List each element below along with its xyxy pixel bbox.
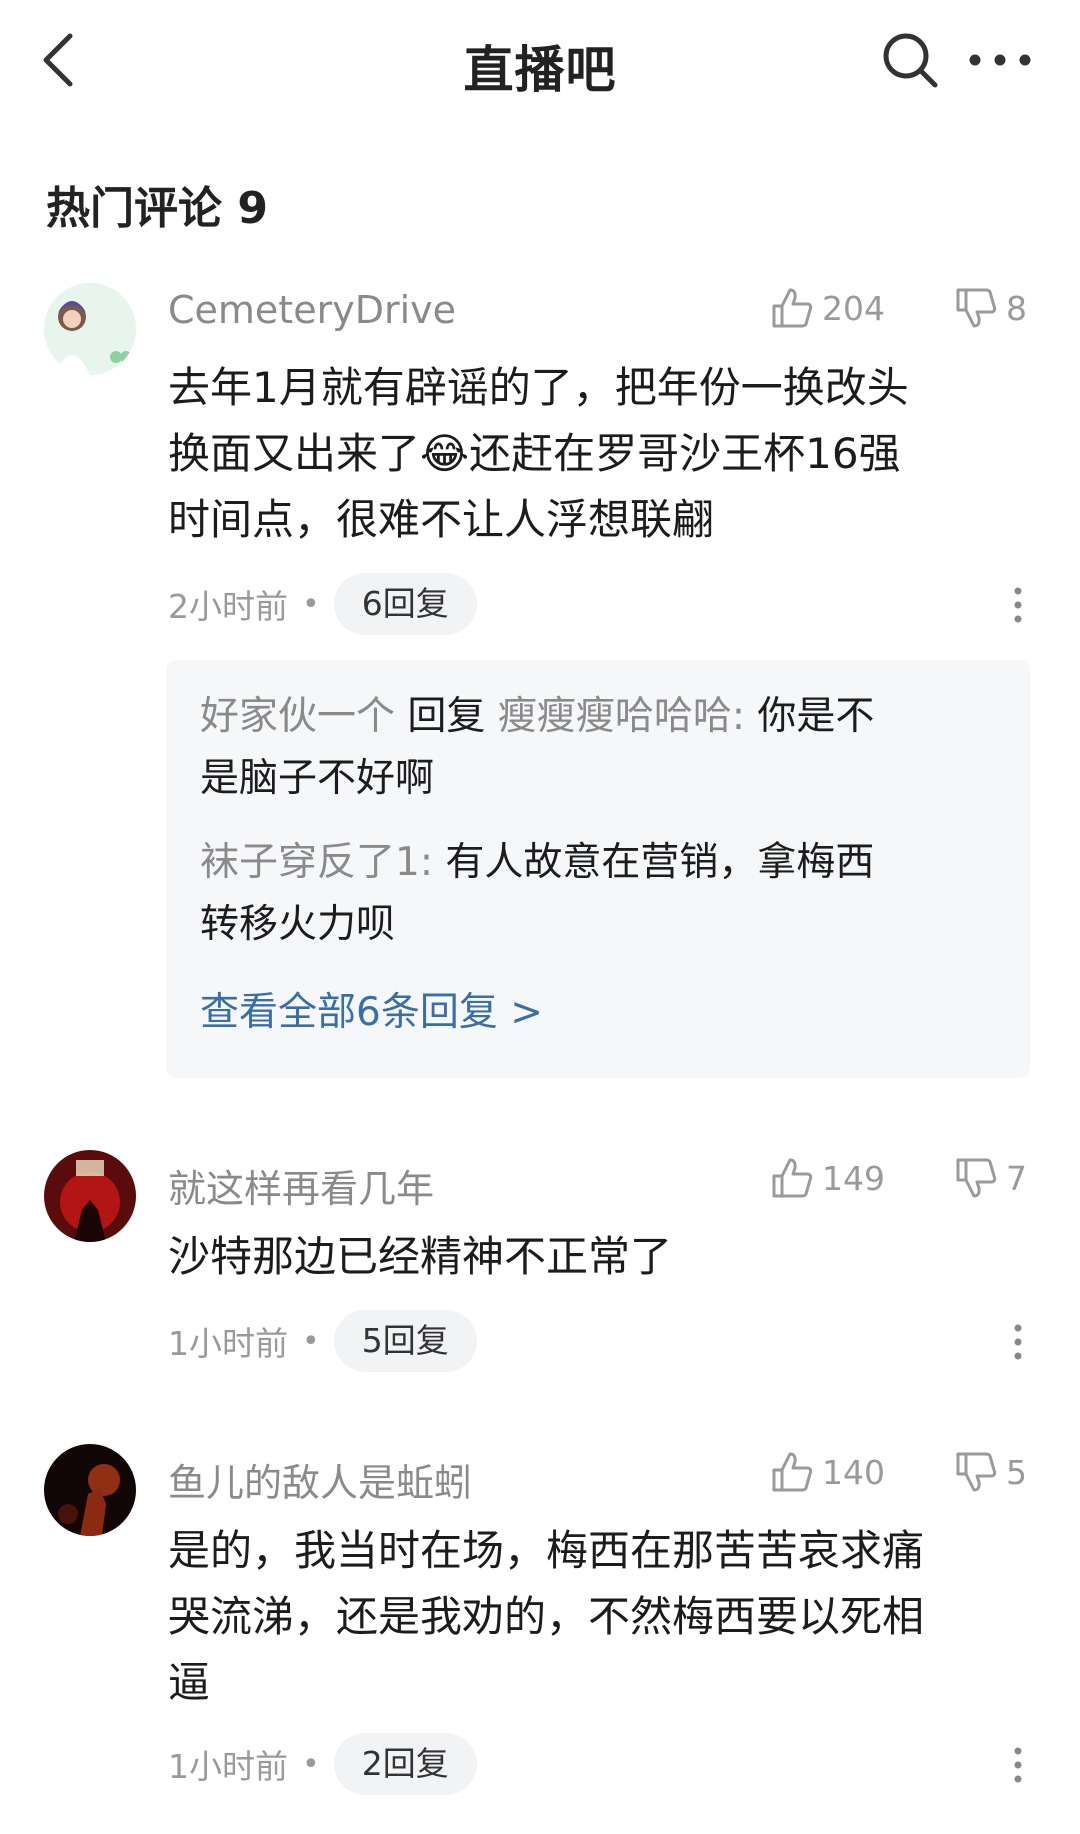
separator-dot: •: [302, 1323, 320, 1359]
timestamp: 1小时前: [168, 1324, 288, 1363]
like-button[interactable]: 140: [770, 1447, 885, 1497]
search-icon[interactable]: [880, 30, 940, 90]
more-menu-icon[interactable]: [965, 38, 1035, 82]
thumbs-down-icon: [956, 1452, 997, 1492]
comment-meta: 2小时前 • 6回复: [168, 573, 477, 635]
separator-dot: •: [302, 1746, 320, 1782]
thumbs-down-icon: [956, 288, 997, 328]
reply-count-button[interactable]: 6回复: [333, 573, 477, 635]
reply-preview-box: 好家伙一个 回复 瘦瘦瘦哈哈哈: 你是不 是脑子不好啊 袜子穿反了1: 有人故意…: [166, 660, 1030, 1078]
laughing-emoji-icon: 😂: [420, 429, 470, 478]
hot-comments-title: 热门评论 9: [46, 183, 268, 234]
separator-dot: •: [302, 586, 320, 622]
comment-text: 是的，我当时在场，梅西在那苦苦哀求痛 哭流涕，还是我劝的，不然梅西要以死相 逼: [168, 1526, 925, 1707]
thumbs-down-icon: [956, 1158, 997, 1198]
reply-preview-item[interactable]: 袜子穿反了1: 有人故意在营销，拿梅西 转移火力呗: [200, 832, 1000, 956]
thumbs-up-icon: [772, 1452, 813, 1492]
avatar[interactable]: [44, 283, 136, 375]
username[interactable]: 鱼儿的敌人是蚯蚓: [168, 1452, 472, 1507]
dislike-count: 8: [1006, 288, 1027, 328]
avatar[interactable]: [44, 1444, 136, 1536]
comment-text: 沙特那边已经精神不正常了: [168, 1232, 673, 1281]
reply-author[interactable]: 好家伙一个: [200, 694, 395, 739]
dislike-count: 5: [1006, 1452, 1027, 1492]
timestamp: 2小时前: [168, 587, 288, 626]
username[interactable]: 就这样再看几年: [168, 1158, 434, 1213]
thumbs-up-icon: [772, 288, 813, 328]
avatar[interactable]: [44, 1150, 136, 1242]
comment-meta: 1小时前 • 2回复: [168, 1733, 477, 1795]
comment-text: 去年1月就有辟谣的了，把年份一换改头 换面又出来了😂还赶在罗哥沙王杯16强 时间…: [168, 363, 909, 544]
view-all-replies-link[interactable]: 查看全部6条回复 >: [200, 982, 1000, 1044]
like-count: 204: [822, 288, 885, 328]
like-button[interactable]: 204: [770, 283, 885, 333]
like-count: 149: [822, 1158, 885, 1198]
reply-count-button[interactable]: 5回复: [333, 1310, 477, 1372]
comment-meta: 1小时前 • 5回复: [168, 1310, 477, 1372]
like-count: 140: [822, 1452, 885, 1492]
thumbs-up-icon: [772, 1158, 813, 1198]
comment-options-icon[interactable]: [1010, 1745, 1026, 1785]
reply-target[interactable]: 瘦瘦瘦哈哈哈:: [498, 694, 745, 739]
dislike-count: 7: [1006, 1158, 1027, 1198]
like-button[interactable]: 149: [770, 1153, 885, 1203]
timestamp: 1小时前: [168, 1747, 288, 1786]
username[interactable]: CemeteryDrive: [168, 288, 456, 332]
comment-options-icon[interactable]: [1010, 1322, 1026, 1362]
dislike-button[interactable]: 7: [954, 1153, 1027, 1203]
top-bar: 直播吧: [0, 0, 1080, 130]
dislike-button[interactable]: 8: [954, 283, 1027, 333]
comment-options-icon[interactable]: [1010, 585, 1026, 625]
reply-author[interactable]: 袜子穿反了1:: [200, 840, 433, 885]
reply-preview-item[interactable]: 好家伙一个 回复 瘦瘦瘦哈哈哈: 你是不 是脑子不好啊: [200, 686, 1000, 810]
reply-count-button[interactable]: 2回复: [333, 1733, 477, 1795]
dislike-button[interactable]: 5: [954, 1447, 1027, 1497]
